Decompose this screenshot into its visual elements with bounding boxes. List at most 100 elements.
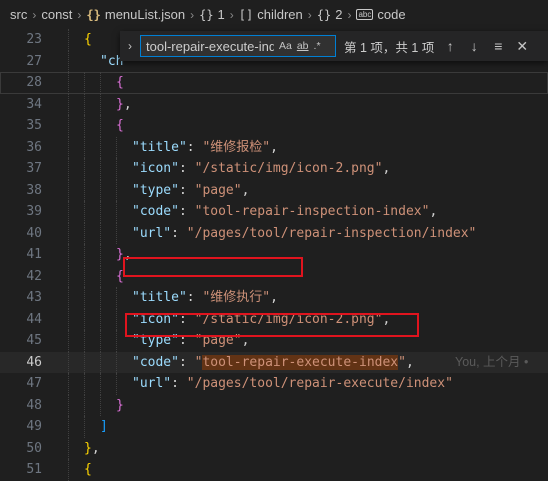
indent-guide (68, 136, 69, 158)
code-line[interactable]: 47 "url": "/pages/tool/repair-execute/ind… (0, 373, 548, 395)
code-token: , (91, 440, 100, 456)
breadcrumb-item-1[interactable]: 1 (218, 7, 225, 22)
code-line[interactable]: 37 "icon": "/static/img/icon-2.png", (0, 158, 548, 180)
next-match-arrow-icon[interactable]: ↓ (462, 38, 486, 54)
indent-guide (100, 222, 101, 244)
code-line[interactable]: 36 "title": "维修报检", (0, 136, 548, 159)
code-token: "维修执行" (202, 290, 271, 305)
line-number: 47 (26, 376, 42, 391)
breadcrumb-item-2[interactable]: 2 (335, 7, 342, 22)
code-line[interactable]: 48} (0, 394, 548, 417)
code-text: "title": "维修报检", (132, 137, 278, 159)
indent-guide (68, 265, 69, 287)
code-token: : (186, 290, 203, 305)
code-token: "url" (132, 376, 172, 391)
breadcrumb-item-const[interactable]: const (41, 7, 72, 22)
whole-word-toggle[interactable]: ab (297, 40, 309, 52)
json-braces-icon: {} (86, 7, 101, 22)
line-number: 40 (26, 225, 42, 241)
line-number: 37 (26, 161, 42, 176)
code-token: { (84, 32, 92, 47)
indent-guide (84, 308, 85, 330)
line-number: 49 (26, 419, 42, 434)
chevron-right-icon: › (32, 7, 37, 22)
line-number: 28 (26, 75, 42, 90)
line-number: 44 (26, 311, 42, 327)
indent-guide (68, 244, 69, 266)
indent-guide (68, 308, 69, 330)
code-line[interactable]: 51 { (0, 459, 548, 481)
breadcrumb-item-file[interactable]: menuList.json (105, 7, 185, 22)
toggle-replace-chevron-icon[interactable]: › (120, 39, 140, 53)
previous-match-arrow-icon[interactable]: ↑ (438, 38, 462, 54)
find-input-value: tool-repair-execute-index (146, 38, 274, 54)
indent-guide (68, 29, 69, 51)
close-icon[interactable]: ✕ (510, 38, 534, 55)
indent-guide (84, 222, 85, 244)
code-text: { (84, 29, 92, 51)
regex-toggle[interactable]: .* (314, 40, 321, 52)
indent-guide (116, 222, 117, 244)
line-number: 36 (26, 139, 42, 155)
indent-guide (100, 330, 101, 352)
indent-guide (100, 115, 101, 137)
code-token: , (270, 290, 278, 305)
code-line[interactable]: 40 "url": "/pages/tool/repair-inspection/… (0, 222, 548, 244)
indent-guide (84, 287, 85, 309)
line-number: 42 (26, 268, 42, 284)
code-line[interactable]: 28 { (0, 72, 548, 94)
code-token: "page" (194, 182, 242, 198)
indent-guide (100, 394, 101, 416)
code-token: "/pages/tool/repair-inspection/index" (186, 225, 477, 241)
code-text: { (116, 72, 124, 94)
line-number: 51 (26, 462, 42, 477)
code-token: "title" (132, 139, 187, 155)
code-text: "code": "tool-repair-execute-index", (132, 352, 414, 374)
code-token: : (171, 225, 187, 241)
code-line[interactable]: 39 "code": "tool-repair-inspection-index"… (0, 201, 548, 223)
code-token: : (178, 354, 195, 370)
indent-guide (116, 158, 117, 180)
code-token: , (270, 139, 278, 155)
code-token: } (116, 96, 124, 112)
indent-guide (116, 330, 117, 352)
indent-guide (68, 50, 69, 72)
find-input[interactable]: tool-repair-execute-index Aa ab .* (140, 35, 336, 57)
code-text: ] (100, 416, 108, 438)
code-editor[interactable]: 23{27 "ch 28{34}, 35{36 "title": "维修报检", 37 "i… (0, 29, 548, 481)
indent-guide (68, 437, 69, 459)
code-line[interactable]: 46 "code": "tool-repair-execute-index", Yo… (0, 351, 548, 374)
indent-guide (84, 158, 85, 180)
code-text: } (116, 395, 124, 417)
find-match-highlight: tool-repair-execute-index (202, 354, 399, 370)
match-case-toggle[interactable]: Aa (279, 40, 292, 52)
line-number: 35 (26, 118, 42, 133)
indent-guide (100, 158, 101, 180)
code-token: : (178, 204, 195, 219)
code-line[interactable]: 35 { (0, 115, 548, 137)
indent-guide (68, 158, 69, 180)
indent-guide (68, 222, 69, 244)
breadcrumb-item-src[interactable]: src (10, 7, 27, 22)
breadcrumb-item-code[interactable]: code (377, 7, 405, 22)
code-line[interactable]: 49] (0, 416, 548, 438)
breadcrumb-item-children[interactable]: children (257, 7, 303, 22)
indent-guide (100, 179, 101, 201)
line-number: 38 (26, 182, 42, 198)
indent-guide (100, 373, 101, 395)
code-text: }, (84, 438, 100, 460)
annotation-box-code (125, 313, 419, 337)
code-text: "icon": "/static/img/icon-2.png", (132, 158, 390, 180)
code-line[interactable]: 43 "title": "维修执行", (0, 287, 548, 309)
code-line[interactable]: 50}, (0, 437, 548, 460)
indent-guide (68, 394, 69, 416)
line-number: 43 (26, 290, 42, 305)
code-line[interactable]: 38 "type": "page", (0, 179, 548, 201)
find-in-selection-icon[interactable]: ≡ (486, 38, 510, 54)
code-line[interactable]: 34}, (0, 93, 548, 115)
find-result-count: 第 1 项，共 1 项 (344, 40, 435, 55)
line-number: 34 (26, 96, 42, 112)
indent-guide (68, 330, 69, 352)
array-brackets-icon: [] (238, 7, 254, 22)
code-token: { (116, 75, 124, 90)
